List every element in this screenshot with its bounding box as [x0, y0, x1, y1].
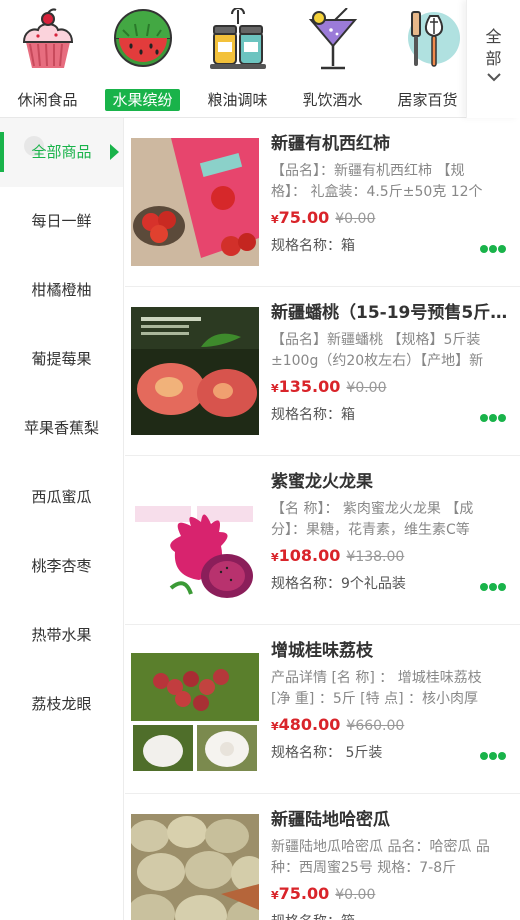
category-tab-grain-oil[interactable]: 粮油调味: [190, 0, 285, 118]
sidebar-item-label: 西瓜蜜瓜: [31, 488, 92, 506]
product-card[interactable]: 增城桂味荔枝 产品详情 [名 称] ： 增城桂味荔枝 [净 重] ：5斤 [特 …: [125, 625, 520, 794]
product-description: 新疆陆地瓜哈密瓜 品名：哈密瓜 品种：西周蜜25号 规格：7-8斤: [271, 839, 490, 876]
sidebar-item-tropical[interactable]: 热带水果: [0, 601, 123, 670]
product-list: 新疆有机西红柿 【品名】：新疆有机西红柿 【规格】： 礼盒装：4.5斤±50克 …: [125, 118, 520, 920]
cupcake-icon: [22, 8, 73, 68]
product-spec: 规格名称：箱: [271, 238, 355, 254]
product-name: 增城桂味荔枝: [271, 641, 373, 661]
sidebar-item-citrus[interactable]: 柑橘橙柚: [0, 256, 123, 325]
chevron-down-icon: [486, 73, 501, 82]
current-price: 108.00: [278, 546, 341, 565]
currency-symbol: ¥: [271, 213, 279, 226]
lychee-photo: [131, 645, 259, 773]
sidebar-item-lychee-longan[interactable]: 荔枝龙眼: [0, 670, 123, 739]
category-bar: 休闲食品 水果缤纷 粮油调味 乳饮酒水 居家百货 全部: [0, 0, 520, 118]
product-card[interactable]: 新疆陆地哈密瓜 新疆陆地瓜哈密瓜 品名：哈密瓜 品种：西周蜜25号 规格：7-8…: [125, 794, 520, 920]
sidebar-item-label: 每日一鲜: [31, 212, 92, 230]
sidebar-item-daily-fresh[interactable]: 每日一鲜: [0, 187, 123, 256]
product-card[interactable]: 新疆蟠桃（15-19号预售5斤装） 【品名】新疆蟠桃 【规格】5斤装±100g（…: [125, 287, 520, 456]
product-image[interactable]: [131, 138, 259, 266]
product-description: 产品详情 [名 称] ： 增城桂味荔枝 [净 重] ：5斤 [特 点] ：核小肉…: [271, 670, 482, 707]
cocktail-icon: [308, 8, 357, 70]
product-name: 新疆陆地哈密瓜: [271, 810, 390, 830]
sidebar-item-melons[interactable]: 西瓜蜜瓜: [0, 463, 123, 532]
category-tab-home-goods[interactable]: 居家百货: [380, 0, 475, 118]
category-tab-snacks[interactable]: 休闲食品: [0, 0, 95, 118]
product-price: ¥135.00 ¥0.00: [271, 376, 387, 400]
product-price: ¥108.00 ¥138.00: [271, 545, 404, 569]
more-options-icon[interactable]: [480, 238, 508, 253]
more-options-icon[interactable]: [480, 407, 508, 422]
sidebar-item-label: 苹果香蕉梨: [23, 419, 99, 437]
sidebar-item-label: 全部商品: [31, 143, 92, 161]
product-description: 【品名】：新疆有机西红柿 【规格】： 礼盒装：4.5斤±50克 12个左右: [271, 163, 483, 200]
product-spec: 规格名称：箱: [271, 911, 355, 920]
all-categories-button[interactable]: 全部: [466, 0, 520, 118]
more-options-icon[interactable]: [480, 576, 508, 591]
active-indicator-arrow-icon: [110, 144, 119, 160]
sidebar-item-label: 柑橘橙柚: [31, 281, 92, 299]
category-label: 粮油调味: [207, 91, 268, 109]
product-image[interactable]: [131, 814, 259, 920]
more-options-icon[interactable]: [480, 745, 508, 760]
watermelon-icon: [113, 9, 172, 67]
sidebar-item-label: 葡提莓果: [31, 350, 92, 368]
flat-peach-photo: [131, 307, 259, 435]
tomato-photo: [131, 138, 259, 266]
category-label: 休闲食品: [17, 91, 78, 109]
product-image[interactable]: [131, 307, 259, 435]
sidebar-item-apple-banana-pear[interactable]: 苹果香蕉梨: [0, 394, 123, 463]
product-description: 【品名】新疆蟠桃 【规格】5斤装±100g（约20枚左右）【产地】新疆: [271, 332, 484, 369]
currency-symbol: ¥: [271, 720, 279, 733]
product-spec: 规格名称：箱: [271, 407, 355, 423]
currency-symbol: ¥: [271, 551, 279, 564]
currency-symbol: ¥: [271, 889, 279, 902]
original-price: ¥0.00: [335, 211, 376, 227]
category-label: 乳饮酒水: [302, 91, 363, 109]
current-price: 75.00: [278, 884, 330, 903]
original-price: ¥660.00: [346, 718, 405, 734]
product-image[interactable]: [131, 645, 259, 773]
dragon-fruit-photo: [131, 476, 259, 604]
sidebar-item-label: 热带水果: [31, 626, 92, 644]
sidebar-item-stone-fruits[interactable]: 桃李杏枣: [0, 532, 123, 601]
sidebar-item-label: 桃李杏枣: [31, 557, 92, 575]
product-description: 【名 称】： 紫肉蜜龙火龙果 【成分】：果糖，花青素，维生素C等: [271, 501, 474, 538]
original-price: ¥138.00: [346, 549, 405, 565]
category-label: 水果缤纷: [95, 88, 190, 112]
original-price: ¥0.00: [335, 887, 376, 903]
product-name: 新疆蟠桃（15-19号预售5斤装）: [271, 303, 511, 323]
current-price: 480.00: [278, 715, 341, 734]
more-options-icon[interactable]: [480, 914, 508, 920]
current-price: 75.00: [278, 208, 330, 227]
hami-melon-photo: [131, 814, 259, 920]
product-price: ¥75.00 ¥0.00: [271, 207, 375, 231]
currency-symbol: ¥: [271, 382, 279, 395]
product-image[interactable]: [131, 476, 259, 604]
product-spec: 规格名称：9个礼品装: [271, 576, 406, 592]
original-price: ¥0.00: [346, 380, 387, 396]
category-tab-fruits[interactable]: 水果缤纷: [95, 0, 190, 118]
product-card[interactable]: 紫蜜龙火龙果 【名 称】： 紫肉蜜龙火龙果 【成分】：果糖，花青素，维生素C等 …: [125, 456, 520, 625]
kitchen-tools-icon: [407, 11, 460, 67]
product-price: ¥480.00 ¥660.00: [271, 714, 404, 738]
subcategory-sidebar: 全部商品 每日一鲜 柑橘橙柚 葡提莓果 苹果香蕉梨 西瓜蜜瓜 桃李杏枣 热带水果…: [0, 118, 124, 920]
sidebar-item-all-products[interactable]: 全部商品: [0, 118, 123, 187]
category-tab-drinks[interactable]: 乳饮酒水: [285, 0, 380, 118]
product-card[interactable]: 新疆有机西红柿 【品名】：新疆有机西红柿 【规格】： 礼盒装：4.5斤±50克 …: [125, 118, 520, 287]
sidebar-item-label: 荔枝龙眼: [31, 695, 92, 713]
category-label: 居家百货: [397, 91, 458, 109]
product-spec: 规格名称： 5斤装: [271, 745, 383, 761]
sidebar-item-grapes-berries[interactable]: 葡提莓果: [0, 325, 123, 394]
condiment-jars-icon: [209, 8, 266, 69]
product-name: 紫蜜龙火龙果: [271, 472, 373, 492]
product-name: 新疆有机西红柿: [271, 134, 390, 154]
current-price: 135.00: [278, 377, 341, 396]
all-categories-label: 全部: [485, 27, 502, 68]
product-price: ¥75.00 ¥0.00: [271, 883, 375, 907]
